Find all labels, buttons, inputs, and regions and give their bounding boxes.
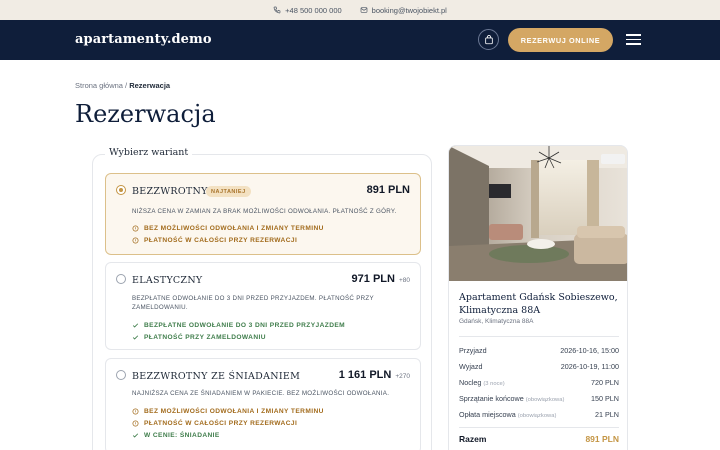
row-label: Sprzątanie końcowe (obowiązkowa) (459, 394, 565, 403)
summary-row-cleaning: Sprzątanie końcowe (obowiązkowa) 150 PLN (459, 394, 619, 403)
feature-text: PŁATNOŚĆ PRZY ZAMELDOWANIU (144, 334, 266, 341)
variant-radio[interactable] (116, 274, 126, 284)
book-online-button[interactable]: REZERWUJ ONLINE (508, 28, 613, 52)
price-delta: +80 (398, 277, 410, 284)
info-icon (132, 420, 139, 427)
feature-item: PŁATNOŚĆ W CAŁOŚCI PRZY REZERWACJI (132, 237, 297, 244)
summary-row-local-fee: Opłata miejscowa (obowiązkowa) 21 PLN (459, 410, 619, 419)
row-note: (obowiązkowa) (525, 397, 565, 403)
variant-price: 891 PLN (367, 184, 410, 196)
row-note: (3 noce) (483, 381, 505, 387)
variant-selector: Wybierz wariant BEZZWROTNY NAJTANIEJ 891… (92, 147, 432, 450)
info-icon (132, 225, 139, 232)
contact-bar: +48 500 000 000 booking@twojobiekt.pl (0, 0, 720, 20)
feature-text: BEZPŁATNE ODWOŁANIE DO 3 DNI PRZED PRZYJ… (144, 322, 346, 329)
price-value: 1 161 PLN (338, 369, 392, 381)
check-icon (132, 323, 139, 328)
site-logo[interactable]: apartamenty.demo (75, 32, 212, 47)
apartment-photo (449, 146, 627, 281)
cheapest-badge: NAJTANIEJ (206, 186, 251, 197)
main-navigation: apartamenty.demo REZERWUJ ONLINE (0, 20, 720, 60)
variant-description: NIŻSZA CENA W ZAMIAN ZA BRAK MOŻLIWOŚCI … (132, 208, 397, 215)
variant-price: 971 PLN +80 (352, 273, 410, 285)
summary-divider (459, 336, 619, 337)
email-contact[interactable]: booking@twojobiekt.pl (360, 6, 447, 15)
phone-number: +48 500 000 000 (285, 5, 342, 15)
total-label: Razem (459, 434, 487, 444)
breadcrumb-current: Rezerwacja (129, 81, 171, 90)
variant-option-breakfast[interactable]: BEZZWROTNY ZE ŚNIADANIEM 1 161 PLN +270 N… (105, 358, 421, 450)
feature-text: BEZ MOŻLIWOŚCI ODWOŁANIA I ZMIANY TERMIN… (144, 408, 324, 415)
variant-radio[interactable] (116, 370, 126, 380)
row-value: 150 PLN (591, 394, 619, 403)
row-label: Opłata miejscowa (obowiązkowa) (459, 410, 557, 419)
apartment-name: Apartament Gdańsk Sobieszewo, Klimatyczn… (459, 292, 618, 317)
feature-text: PŁATNOŚĆ W CAŁOŚCI PRZY REZERWACJI (144, 237, 298, 244)
variant-legend: Wybierz wariant (105, 147, 193, 158)
breadcrumb-home[interactable]: Strona główna (75, 81, 123, 90)
breadcrumb: Strona główna / Rezerwacja (75, 81, 170, 90)
feature-item: PŁATNOŚĆ PRZY ZAMELDOWANIU (132, 334, 266, 341)
info-icon (132, 237, 139, 244)
feature-item: BEZ MOŻLIWOŚCI ODWOŁANIA I ZMIANY TERMIN… (132, 225, 324, 232)
row-label: Wyjazd (459, 362, 483, 371)
row-value: 2026-10-19, 11:00 (560, 362, 619, 371)
feature-text: PŁATNOŚĆ W CAŁOŚCI PRZY REZERWACJI (144, 420, 298, 427)
variant-option-flexible[interactable]: ELASTYCZNY 971 PLN +80 BEZPŁATNE ODWOŁANI… (105, 262, 421, 350)
hamburger-icon[interactable] (626, 34, 641, 45)
variant-description: NAJNIŻSZA CENA ZE ŚNIADANIEM W PAKIECIE.… (132, 390, 390, 397)
row-label: Przyjazd (459, 346, 487, 355)
feature-item: BEZPŁATNE ODWOŁANIE DO 3 DNI PRZED PRZYJ… (132, 322, 345, 329)
feature-item: W CENIE: ŚNIADANIE (132, 432, 220, 439)
variant-option-nonrefundable[interactable]: BEZZWROTNY NAJTANIEJ 891 PLN NIŻSZA CENA… (105, 173, 421, 255)
row-value: 720 PLN (591, 378, 619, 387)
feature-item: PŁATNOŚĆ W CAŁOŚCI PRZY REZERWACJI (132, 420, 297, 427)
booking-summary-card: Apartament Gdańsk Sobieszewo, Klimatyczn… (448, 145, 628, 450)
price-value: 891 PLN (366, 184, 410, 196)
feature-text: W CENIE: ŚNIADANIE (144, 432, 220, 439)
feature-item: BEZ MOŻLIWOŚCI ODWOŁANIA I ZMIANY TERMIN… (132, 408, 324, 415)
phone-icon (273, 6, 281, 14)
summary-row-checkin: Przyjazd 2026-10-16, 15:00 (459, 346, 619, 355)
info-icon (132, 408, 139, 415)
email-address: booking@twojobiekt.pl (371, 5, 447, 15)
price-value: 971 PLN (351, 273, 395, 285)
phone-contact[interactable]: +48 500 000 000 (273, 6, 342, 15)
variant-price: 1 161 PLN +270 (339, 369, 410, 381)
cart-button[interactable] (478, 29, 499, 50)
variant-description: BEZPŁATNE ODWOŁANIE DO 3 DNI PRZED PRZYJ… (132, 295, 374, 312)
page-title: Rezerwacja (75, 100, 216, 128)
variant-name: BEZZWROTNY (132, 186, 208, 197)
row-value: 21 PLN (595, 410, 619, 419)
summary-row-checkout: Wyjazd 2026-10-19, 11:00 (459, 362, 619, 371)
price-delta: +270 (395, 373, 410, 380)
row-value: 2026-10-16, 15:00 (560, 346, 619, 355)
summary-total: Razem 891 PLN (459, 434, 619, 444)
variant-name: ELASTYCZNY (132, 275, 203, 286)
shopping-bag-icon (484, 34, 493, 44)
variant-radio[interactable] (116, 185, 126, 195)
row-label: Nocleg (3 noce) (459, 378, 505, 387)
check-icon (132, 335, 139, 340)
row-note: (obowiązkowa) (517, 413, 557, 419)
feature-text: BEZ MOŻLIWOŚCI ODWOŁANIA I ZMIANY TERMIN… (144, 225, 324, 232)
apartment-address: Gdańsk, Klimatyczna 88A (459, 318, 534, 325)
check-icon (132, 433, 139, 438)
variant-name: BEZZWROTNY ZE ŚNIADANIEM (132, 371, 301, 382)
total-value: 891 PLN (585, 434, 619, 444)
summary-row-nights: Nocleg (3 noce) 720 PLN (459, 378, 619, 387)
mail-icon (360, 7, 368, 13)
summary-divider (459, 427, 619, 428)
